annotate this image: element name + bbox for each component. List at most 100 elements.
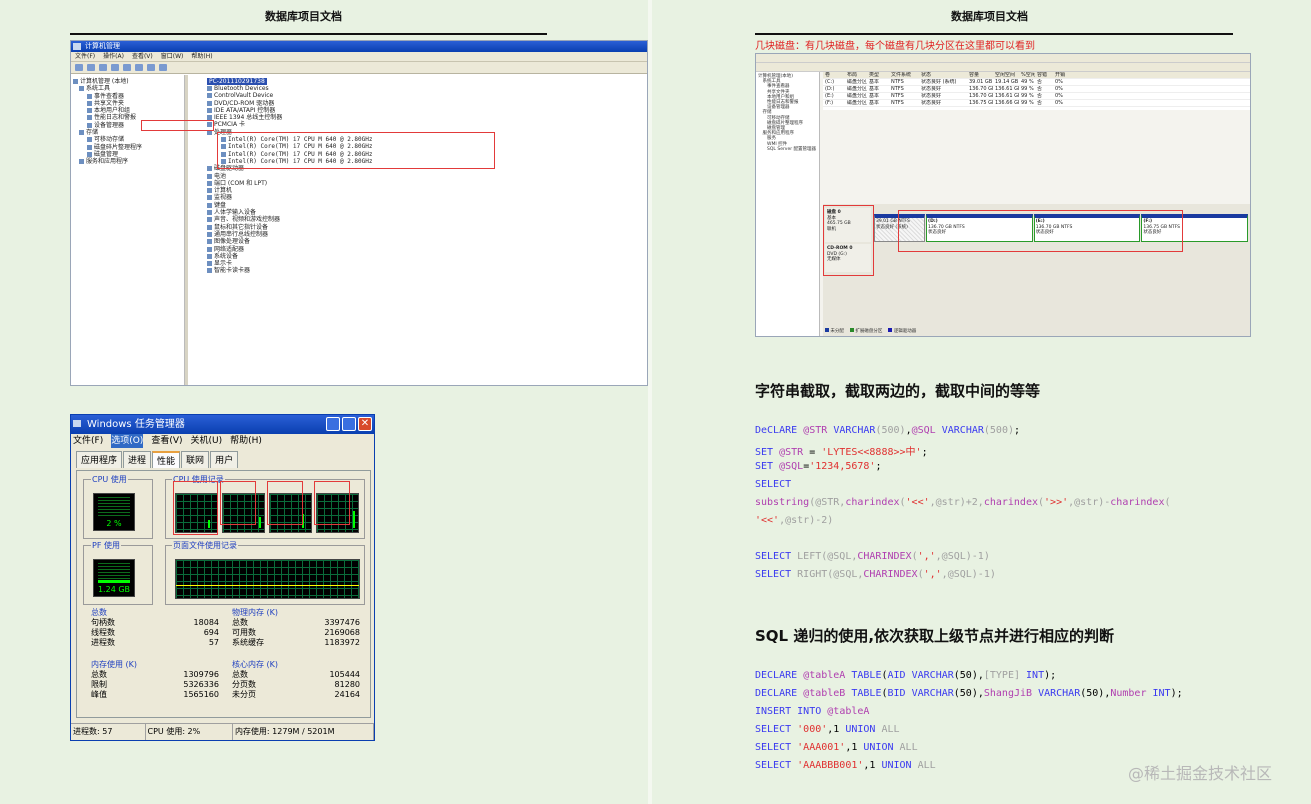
stat-value: 1183972 — [324, 638, 360, 647]
code-line: SELECT 'AAA001',1 UNION ALL — [755, 742, 918, 753]
stat-row: 峰值 1565160 — [91, 690, 219, 700]
stat-value: 1565160 — [183, 690, 219, 699]
close-icon[interactable]: ✕ — [358, 417, 372, 431]
device-category[interactable]: 显示卡 — [207, 260, 639, 267]
pf-history-graph — [175, 559, 360, 599]
menu-item[interactable]: 文件(F) — [75, 53, 95, 60]
code-line: DeCLARE @STR VARCHAR(500),@SQL VARCHAR(5… — [755, 425, 1021, 436]
forward-icon[interactable] — [87, 64, 95, 71]
pf-usage-label: PF 使用 — [91, 540, 121, 551]
maximize-button[interactable] — [342, 417, 356, 431]
cpu-usage-label: CPU 使用 — [91, 474, 128, 485]
device-category[interactable]: 键盘 — [207, 202, 639, 209]
refresh-icon[interactable] — [123, 64, 131, 71]
tab-0[interactable]: 应用程序 — [76, 451, 123, 468]
code-line: DECLARE @tableA TABLE(AID VARCHAR(50),[T… — [755, 670, 1057, 681]
volume-list: 卷布局 类型 文件系统 状态 容量 空闲空间 %空闲 容错 开销 (C:) 磁盘分区 基本 NTFS 状… — [823, 72, 1250, 110]
tm-menu-item[interactable]: 帮助(H) — [230, 434, 262, 448]
tab-1[interactable]: 进程 — [123, 451, 152, 468]
tab-4[interactable]: 用户 — [210, 451, 239, 468]
window-titlebar: 计算机管理 — [71, 41, 647, 52]
device-category[interactable]: PCMCIA 卡 — [207, 121, 639, 128]
code-line: SELECT RIGHT(@SQL,CHARINDEX(',',@SQL)-1) — [755, 569, 996, 580]
code-line: SELECT '000',1 UNION ALL — [755, 724, 900, 735]
tm-menu-item[interactable]: 关机(U) — [191, 434, 223, 448]
device-category[interactable]: 监视器 — [207, 194, 639, 201]
stat-name: 分页数 — [232, 680, 256, 689]
device-category[interactable]: 电池 — [207, 173, 639, 180]
device-category[interactable]: Bluetooth Devices — [207, 85, 639, 92]
tab-2[interactable]: 性能 — [152, 451, 181, 468]
stat-name: 未分页 — [232, 690, 256, 699]
page-header-title-right: 数据库项目文档 — [951, 10, 1028, 23]
device-category[interactable]: 端口 (COM 和 LPT) — [207, 180, 639, 187]
menu-item[interactable]: 操作(A) — [103, 53, 124, 60]
tree-icon[interactable] — [111, 64, 119, 71]
physical-memory-group: 物理内存 (K) 总数 3397476 可用数 2169068 系统缓存 1183972 — [232, 608, 360, 648]
minimize-button[interactable] — [326, 417, 340, 431]
tree-item[interactable]: 系统工具 — [79, 85, 182, 92]
tm-menu-item[interactable]: 文件(F) — [73, 434, 103, 448]
menu-item[interactable]: 查看(V) — [132, 53, 153, 60]
device-category[interactable]: 图像处理设备 — [207, 238, 639, 245]
stat-value: 694 — [203, 628, 219, 637]
menu-item[interactable]: 帮助(H) — [191, 53, 212, 60]
header-rule — [70, 33, 547, 35]
stat-name: 峰值 — [91, 690, 107, 699]
stat-value: 2169068 — [324, 628, 360, 637]
device-category[interactable]: 计算机 — [207, 187, 639, 194]
tm-menu-item[interactable]: 查看(V) — [151, 434, 182, 448]
stat-group-label: 物理内存 (K) — [232, 608, 279, 617]
device-category[interactable]: IEEE 1394 总线主控制器 — [207, 114, 639, 121]
menu-bar: 文件(F) 操作(A) 查看(V) 窗口(W) 帮助(H) — [71, 52, 647, 62]
cpu-usage-value: 2 % — [106, 519, 122, 528]
stat-name: 限制 — [91, 680, 107, 689]
stat-value: 105444 — [329, 670, 360, 679]
menu-item[interactable]: 窗口(W) — [161, 53, 184, 60]
code-line: SELECT — [755, 479, 792, 490]
tm-app-icon — [73, 420, 81, 427]
device-root[interactable]: PC-201110291738 — [207, 78, 267, 85]
export-icon[interactable] — [135, 64, 143, 71]
disk-legend: 未分配 扩展磁盘分区 逻辑驱动器 — [825, 328, 1250, 336]
page-header-title: 数据库项目文档 — [265, 10, 342, 23]
highlight-disk-info — [823, 205, 874, 276]
disk-graphical-view: 磁盘 0 基本 465.75 GB 联机 CD-ROM 0 DVD (G:) 无媒体 … — [823, 204, 1250, 336]
document-page-left: 数据库项目文档 计算机管理 文件(F) 操作(A) 查看(V) 窗口(W) 帮助(H) … — [0, 0, 648, 804]
help-icon[interactable] — [147, 64, 155, 71]
code-line: '<<',@str)-2) — [755, 515, 834, 526]
stat-group-label: 总数 — [91, 608, 107, 617]
status-field: 进程数: 57 — [71, 724, 146, 740]
highlight-cpu-core — [173, 481, 218, 535]
device-category[interactable]: 网络适配器 — [207, 246, 639, 253]
tree-item[interactable]: 磁盘碎片整理程序 — [87, 144, 182, 151]
device-category[interactable]: 系统设备 — [207, 253, 639, 260]
app-icon — [73, 43, 81, 50]
device-category[interactable]: 智能卡读卡器 — [207, 267, 639, 274]
device-category[interactable]: 通用串行总线控制器 — [207, 231, 639, 238]
header-rule-right — [755, 33, 1233, 35]
disk-tree-pane: 计算机管理(本地) 系统工具 事件查看器 共享文件夹 本地用户和组 性能日志和警… — [756, 72, 820, 336]
device-category[interactable]: ControlVault Device — [207, 92, 639, 99]
toolbar — [71, 62, 647, 74]
pf-usage-value: 1.24 GB — [97, 585, 131, 594]
code-line: SET @STR = 'LYTES<<8888>>中'; — [755, 447, 928, 458]
device-category[interactable]: DVD/CD-ROM 驱动器 — [207, 100, 639, 107]
tree-item[interactable]: 可移动存储 — [87, 136, 182, 143]
device-category[interactable]: 鼠标和其它指针设备 — [207, 224, 639, 231]
stat-name: 系统缓存 — [232, 638, 264, 647]
tm-menu-item[interactable]: 选项(O) — [111, 434, 144, 448]
tree-item[interactable]: 事件查看器 — [87, 93, 182, 100]
stat-row: 总数 1309796 — [91, 670, 219, 680]
up-icon[interactable] — [99, 64, 107, 71]
stat-group-label: 内存使用 (K) — [91, 660, 138, 669]
stat-row: 未分页 24164 — [232, 690, 360, 700]
highlight-cpu-core — [267, 481, 303, 525]
commit-charge-group: 内存使用 (K) 总数 1309796 限制 5326336 峰值 1565160 — [91, 660, 219, 700]
properties-icon[interactable] — [159, 64, 167, 71]
tab-3[interactable]: 联网 — [181, 451, 210, 468]
stat-name: 句柄数 — [91, 618, 115, 627]
back-icon[interactable] — [75, 64, 83, 71]
device-category[interactable]: 声音、视频和游戏控制器 — [207, 216, 639, 223]
tree-item[interactable]: 服务和应用程序 — [79, 158, 182, 165]
